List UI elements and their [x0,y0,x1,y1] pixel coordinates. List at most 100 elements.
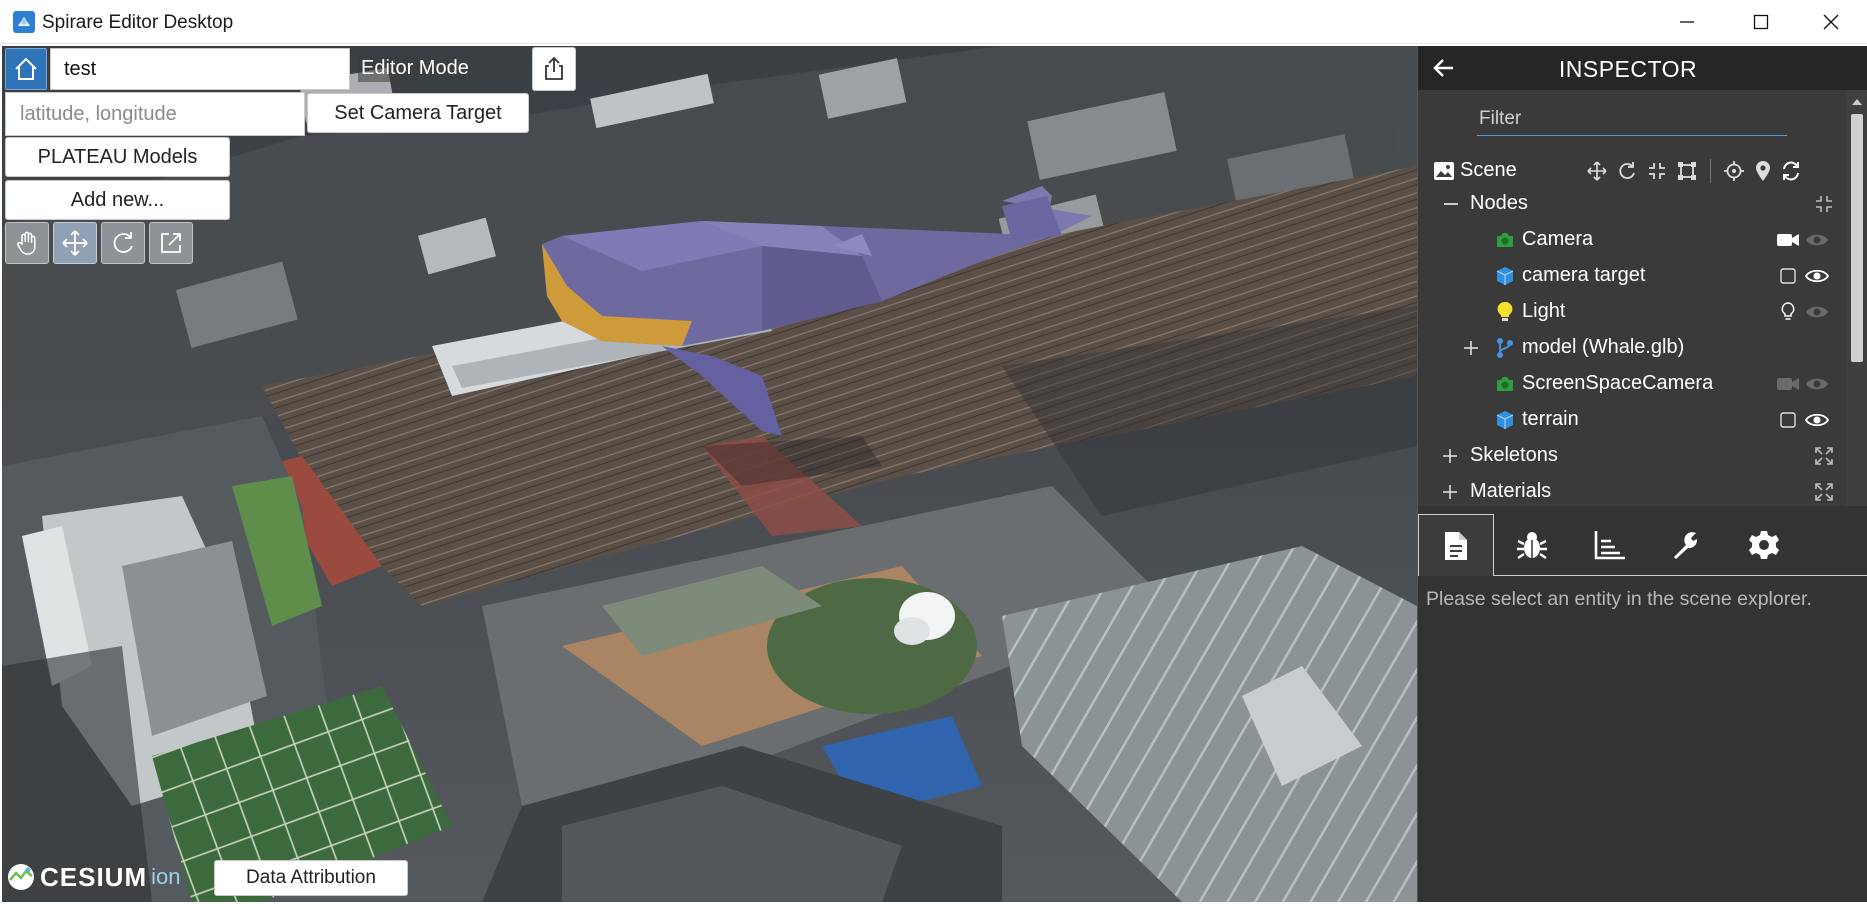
nodes-label: Nodes [1470,192,1528,214]
filter-input[interactable] [1477,102,1787,136]
document-icon [1445,531,1467,560]
plateau-models-button[interactable]: PLATEAU Models [5,137,230,177]
collapse-icon[interactable] [1442,192,1460,216]
bounding-box-icon[interactable] [1676,160,1698,182]
node-label: terrain [1522,408,1579,430]
compress-icon[interactable] [1646,160,1668,182]
checkbox-icon[interactable] [1778,410,1798,430]
eye-icon[interactable] [1804,301,1830,323]
bug-icon [1517,532,1547,559]
tree-row-terrain[interactable]: terrain [1418,402,1846,438]
eye-icon[interactable] [1804,409,1830,431]
scale-tool-button[interactable] [149,222,193,264]
scroll-thumb[interactable] [1851,114,1863,362]
compress-icon[interactable] [1813,193,1835,215]
expand-arrows-icon[interactable] [1813,481,1835,503]
hand-icon [17,231,36,255]
tree-row-screen-space-camera[interactable]: ScreenSpaceCamera [1418,366,1846,402]
scene-label: Scene [1460,159,1517,181]
minimize-button[interactable] [1652,0,1722,44]
tree-row-scene[interactable]: Scene [1418,153,1846,189]
lightbulb-outline-icon[interactable] [1778,301,1798,323]
add-new-button[interactable]: Add new... [5,180,230,220]
expand-icon[interactable] [1440,445,1460,467]
explorer-scrollbar[interactable] [1846,90,1867,536]
skeletons-label: Skeletons [1470,444,1558,466]
editor-mode-label: Editor Mode [358,55,472,82]
share-button[interactable] [532,47,576,91]
eye-icon[interactable] [1804,229,1830,251]
cesium-ion-logo[interactable]: CESIUM ion [6,862,180,892]
scroll-up-icon[interactable] [1846,94,1867,110]
tree-row-light[interactable]: Light [1418,294,1846,330]
latitude-longitude-input[interactable] [5,92,305,136]
move-icon [62,230,88,256]
set-camera-target-button[interactable]: Set Camera Target [307,93,529,133]
tree-row-nodes[interactable]: Nodes [1418,186,1846,222]
share-icon [545,56,563,80]
expand-arrows-icon[interactable] [1813,445,1835,467]
refresh-icon[interactable] [1780,160,1802,182]
image-icon [1432,159,1456,183]
node-label: camera target [1522,264,1646,286]
node-label: Camera [1522,228,1594,250]
scale-icon [161,233,181,253]
maximize-button[interactable] [1726,0,1796,44]
branch-icon [1494,337,1516,359]
window-title: Spirare Editor Desktop [42,12,234,33]
inspector-title: INSPECTOR [1558,56,1698,82]
camera-icon [1494,229,1516,251]
node-label: model (Whale.glb) [1522,336,1685,358]
tree-row-camera[interactable]: Camera [1418,222,1846,258]
cesium-logo-icon [8,864,34,890]
tab-debug[interactable] [1494,514,1570,576]
video-camera-icon[interactable] [1775,373,1801,395]
lightbulb-icon [1494,301,1516,323]
inspector-panel: INSPECTOR Scene [1417,46,1867,902]
tree-row-camera-target[interactable]: camera target [1418,258,1846,294]
data-attribution-button[interactable]: Data Attribution [214,860,408,896]
toolbar-divider [1710,159,1711,183]
tab-statistics[interactable] [1572,514,1648,576]
eye-icon[interactable] [1804,373,1830,395]
tree-row-model[interactable]: model (Whale.glb) [1418,330,1846,366]
expand-icon[interactable] [1440,481,1460,503]
close-button[interactable] [1796,0,1866,44]
checkbox-icon[interactable] [1778,266,1798,286]
move-all-icon[interactable] [1586,160,1608,182]
scene-name-input[interactable] [50,48,350,90]
wrench-icon [1674,532,1698,559]
inspector-header: INSPECTOR [1418,46,1867,90]
map-pin-icon[interactable] [1752,160,1774,182]
cesium-ion-text: ion [151,864,181,889]
inspector-tabs [1418,506,1867,576]
camera-icon [1494,373,1516,395]
rotate-tool-button[interactable] [101,222,145,264]
cesium-viewport[interactable]: Editor Mode Set Camera Target PLATEAU Mo… [2,46,1417,902]
eye-icon[interactable] [1804,265,1830,287]
tree-row-skeletons[interactable]: Skeletons [1418,438,1846,474]
move-tool-button[interactable] [53,222,97,264]
video-camera-icon[interactable] [1775,229,1801,251]
node-label: ScreenSpaceCamera [1522,372,1714,394]
tree-row-materials[interactable]: Materials [1418,474,1846,510]
cube-icon [1494,409,1516,431]
home-icon [15,57,37,80]
empty-selection-message: Please select an entity in the scene exp… [1426,588,1812,610]
tab-settings[interactable] [1726,514,1802,576]
expand-icon[interactable] [1461,337,1481,359]
rotate-icon [113,232,133,253]
home-button[interactable] [5,48,47,90]
app-icon [12,10,36,34]
chart-icon [1594,531,1625,560]
cube-icon [1494,265,1516,287]
tab-tools[interactable] [1648,514,1724,576]
tab-properties[interactable] [1418,514,1494,576]
cesium-logo-text: CESIUM [40,861,148,892]
reset-rotation-icon[interactable] [1616,160,1638,182]
transform-tools [5,222,193,264]
gear-icon [1749,531,1779,559]
title-bar: Spirare Editor Desktop [0,0,1867,44]
crosshair-icon[interactable] [1723,160,1745,182]
hand-tool-button[interactable] [5,222,49,264]
